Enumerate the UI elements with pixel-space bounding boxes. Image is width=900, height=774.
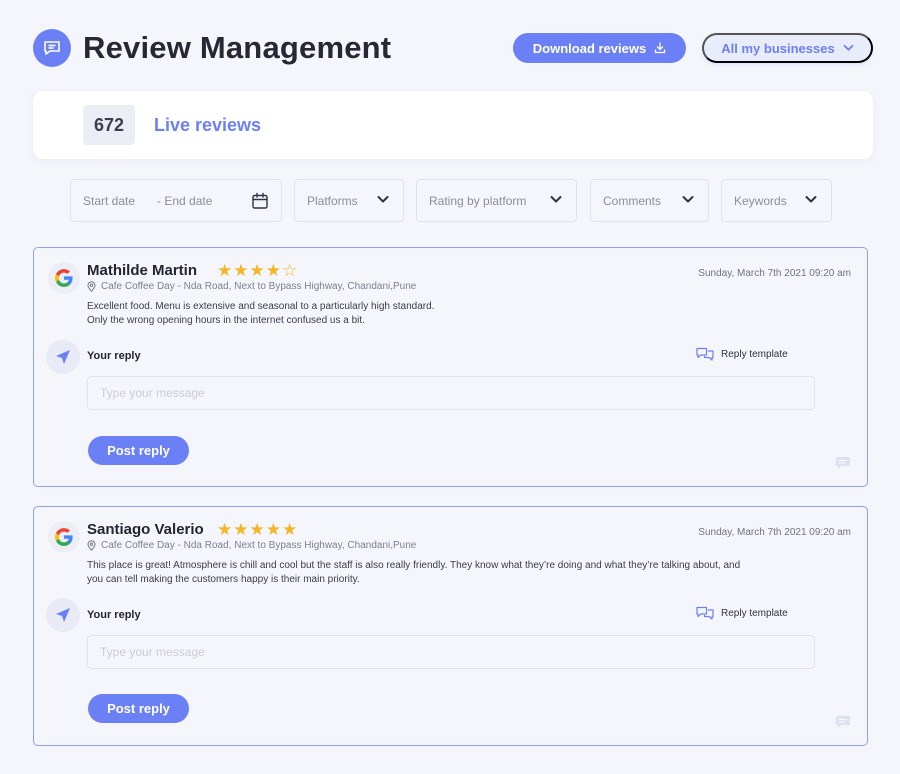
platforms-filter[interactable]: Platforms xyxy=(294,179,404,222)
review-date: Sunday, March 7th 2021 09:20 am xyxy=(698,527,851,538)
end-date-label: - End date xyxy=(157,193,213,208)
review-card: Mathilde Martin ★★★★☆ Sunday, March 7th … xyxy=(33,247,868,487)
page-title: Review Management xyxy=(83,30,392,65)
calendar-icon[interactable] xyxy=(251,192,269,210)
send-icon xyxy=(46,340,80,374)
reply-message-input[interactable] xyxy=(87,635,815,669)
your-reply-label: Your reply xyxy=(87,609,141,621)
download-reviews-button[interactable]: Download reviews xyxy=(513,33,686,63)
message-icon[interactable] xyxy=(835,715,851,729)
live-review-count: 672 xyxy=(83,105,135,145)
chevron-down-icon xyxy=(550,196,562,203)
chevron-down-icon xyxy=(377,196,389,203)
review-card: Santiago Valerio ★★★★★ Sunday, March 7th… xyxy=(33,506,868,746)
your-reply-label: Your reply xyxy=(87,350,141,362)
location-pin-icon xyxy=(87,540,96,551)
download-icon xyxy=(655,42,666,54)
download-reviews-label: Download reviews xyxy=(532,40,647,56)
reply-message-input[interactable] xyxy=(87,376,815,410)
location-text: Cafe Coffee Day - Nda Road, Next to Bypa… xyxy=(101,540,417,551)
review-text-line: you can tell making the customers happy … xyxy=(87,574,360,585)
rating-filter[interactable]: Rating by platform xyxy=(416,179,577,222)
review-text-line: Only the wrong opening hours in the inte… xyxy=(87,315,365,326)
start-date-label: Start date xyxy=(83,193,136,208)
comments-label: Comments xyxy=(603,193,662,208)
live-reviews-label: Live reviews xyxy=(154,115,262,135)
star-rating: ★★★★★ xyxy=(217,520,299,539)
reviews-summary: 672 Live reviews xyxy=(33,91,873,159)
chevron-down-icon xyxy=(843,44,854,51)
google-icon xyxy=(48,521,80,553)
reviewer-name: Santiago Valerio xyxy=(87,521,204,538)
business-selector[interactable]: All my businesses xyxy=(702,33,873,63)
date-range-filter[interactable]: Start date - End date xyxy=(70,179,282,222)
send-icon xyxy=(46,598,80,632)
review-text-line: Excellent food. Menu is extensive and se… xyxy=(87,301,435,312)
review-management-icon xyxy=(33,29,71,67)
chevron-down-icon xyxy=(805,196,817,203)
platforms-label: Platforms xyxy=(307,193,358,208)
review-text: Excellent food. Menu is extensive and se… xyxy=(87,300,817,328)
review-location: Cafe Coffee Day - Nda Road, Next to Bypa… xyxy=(87,540,416,551)
reply-template-link[interactable]: Reply template xyxy=(695,605,788,622)
keywords-label: Keywords xyxy=(734,193,787,208)
rating-label: Rating by platform xyxy=(429,193,527,208)
keywords-filter[interactable]: Keywords xyxy=(721,179,832,222)
review-text-line: This place is great! Atmosphere is chill… xyxy=(87,560,741,571)
reviewer-name: Mathilde Martin xyxy=(87,262,198,279)
reply-template-link[interactable]: Reply template xyxy=(695,346,788,363)
location-text: Cafe Coffee Day - Nda Road, Next to Bypa… xyxy=(101,281,417,292)
comments-filter[interactable]: Comments xyxy=(590,179,709,222)
business-selector-label: All my businesses xyxy=(721,40,835,56)
star-rating: ★★★★☆ xyxy=(217,261,299,280)
post-reply-button[interactable]: Post reply xyxy=(88,436,189,465)
reply-template-label: Reply template xyxy=(721,608,788,619)
review-text: This place is great! Atmosphere is chill… xyxy=(87,559,817,587)
chat-bubbles-icon xyxy=(696,606,714,620)
location-pin-icon xyxy=(87,281,96,292)
chat-bubbles-icon xyxy=(696,347,714,361)
message-icon[interactable] xyxy=(835,456,851,470)
reply-template-label: Reply template xyxy=(721,349,788,360)
review-location: Cafe Coffee Day - Nda Road, Next to Bypa… xyxy=(87,281,416,292)
review-date: Sunday, March 7th 2021 09:20 am xyxy=(698,268,851,279)
google-icon xyxy=(48,262,80,294)
post-reply-button[interactable]: Post reply xyxy=(88,694,189,723)
chevron-down-icon xyxy=(682,196,694,203)
